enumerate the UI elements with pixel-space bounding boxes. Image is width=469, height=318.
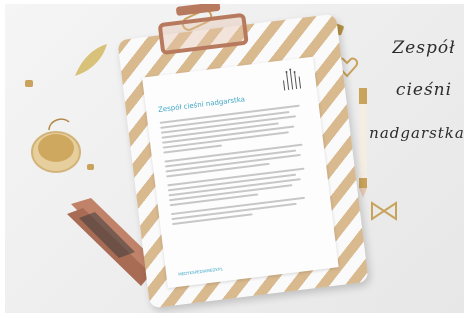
gold-nugget — [87, 164, 94, 170]
clipboard: Zespół cieśni nadgarstka MEDYKSPEDIAMEDY… — [117, 4, 369, 309]
document-sheet: Zespół cieśni nadgarstka MEDYKSPEDIAMEDY… — [142, 56, 339, 289]
leaf-icon — [75, 44, 107, 76]
document-footer: MEDYKSPEDIAMEDY.PL — [178, 266, 224, 277]
hand-skeleton-icon — [282, 68, 302, 91]
caption-line-2: cieśni — [395, 80, 453, 100]
clip-icon — [157, 4, 249, 56]
caption-line-1: Zespół — [392, 38, 456, 58]
product-photo: Zespół cieśni nadgarstka MEDYKSPEDIAMEDY… — [5, 4, 464, 313]
gold-nugget — [25, 80, 33, 87]
bow-clip-icon — [371, 201, 397, 221]
caption-line-3: nadgarstka — [369, 124, 464, 142]
jar-icon — [31, 118, 81, 173]
document-body-text — [159, 104, 320, 226]
pen-icon — [359, 88, 367, 198]
